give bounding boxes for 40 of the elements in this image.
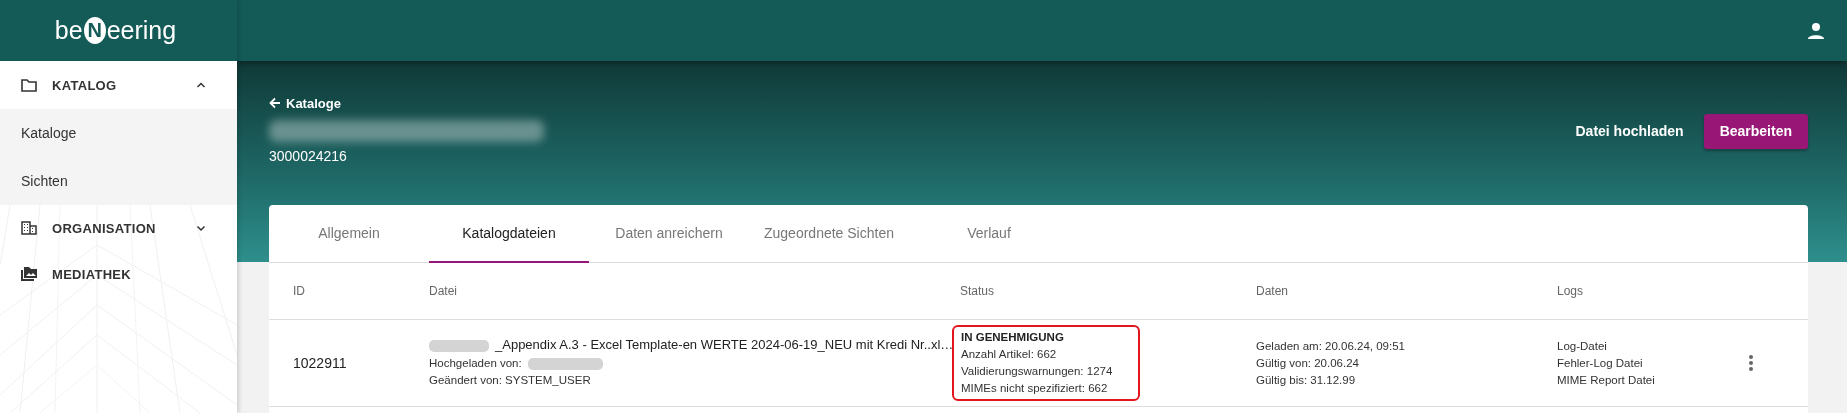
table-cell-text: 1022911 bbox=[293, 355, 348, 371]
logo: be N eering bbox=[54, 16, 177, 45]
nav-item[interactable]: ORGANISATION bbox=[0, 205, 237, 251]
column-header: Daten bbox=[1256, 284, 1290, 298]
status-detail: MIMEs nicht spezifiziert: 662 bbox=[961, 381, 1109, 396]
log-link[interactable]: Fehler-Log Datei bbox=[1557, 354, 1748, 372]
column-header: Status bbox=[960, 284, 996, 298]
user-icon[interactable] bbox=[1807, 21, 1825, 40]
tab[interactable]: Verlauf bbox=[909, 205, 1069, 263]
date-info: Geladen am: 20.06.24, 09:51 bbox=[1256, 338, 1406, 354]
nav-subitem[interactable]: Kataloge bbox=[0, 109, 237, 157]
status-detail: Validierungswarnungen: 1274 bbox=[961, 364, 1114, 379]
nav-item[interactable]: MEDIATHEK bbox=[0, 251, 237, 297]
column-header: ID bbox=[293, 284, 306, 298]
nav-item[interactable]: KATALOG bbox=[0, 61, 237, 109]
column-header: Datei bbox=[429, 284, 458, 298]
log-link[interactable]: Log-Datei bbox=[1557, 337, 1748, 355]
log-link[interactable]: MIME Report Datei bbox=[1557, 371, 1748, 389]
back-link[interactable]: Kataloge bbox=[269, 94, 544, 112]
building-icon bbox=[20, 219, 38, 237]
date-info: Gültig von: 20.06.24 bbox=[1256, 355, 1360, 371]
column-header: Logs bbox=[1557, 284, 1585, 298]
folder-icon bbox=[20, 76, 38, 94]
arrow-left-icon bbox=[269, 97, 281, 109]
tab[interactable]: Zugeordnete Sichten bbox=[749, 205, 909, 263]
status-detail: Anzahl Artikel: 662 bbox=[961, 347, 1058, 362]
image-folder-icon bbox=[20, 265, 38, 283]
file-name: _Appendix A.3 - Excel Template-en WERTE 2024-06-19_NEU mit Kredi Nr..xl… bbox=[495, 337, 954, 352]
catalog-id: 3000024216 bbox=[269, 148, 348, 164]
tab[interactable]: Katalogdateien bbox=[429, 205, 589, 263]
more-icon[interactable] bbox=[1748, 354, 1754, 372]
status-title: IN GENEHMIGUNG bbox=[961, 330, 1065, 345]
edit-button[interactable]: Bearbeiten bbox=[1703, 113, 1808, 149]
upload-button[interactable]: Datei hochladen bbox=[1569, 115, 1690, 147]
date-info: Gültig bis: 31.12.99 bbox=[1256, 372, 1357, 388]
uploaded-by: Hochgeladen von: bbox=[429, 356, 522, 371]
tab[interactable]: Daten anreichern bbox=[589, 205, 749, 263]
nav-subitem[interactable]: Sichten bbox=[0, 157, 237, 205]
changed-by: Geändert von: SYSTEM_USER bbox=[429, 373, 592, 388]
tab[interactable]: Allgemein bbox=[269, 205, 429, 263]
